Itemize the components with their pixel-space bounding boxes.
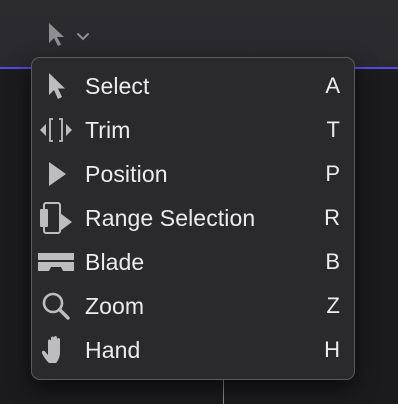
chevron-down-icon bbox=[77, 33, 89, 41]
menu-item-label: Hand bbox=[85, 336, 141, 363]
menu-item-range-selection[interactable]: Range Selection R bbox=[32, 196, 354, 240]
menu-item-label: Position bbox=[85, 160, 168, 187]
menu-item-label: Trim bbox=[85, 116, 131, 143]
menu-item-position[interactable]: Position P bbox=[32, 152, 354, 196]
menu-item-label: Blade bbox=[85, 248, 145, 275]
menu-item-label: Zoom bbox=[85, 292, 145, 319]
menu-item-zoom[interactable]: Zoom Z bbox=[32, 284, 354, 328]
menu-item-label: Range Selection bbox=[85, 204, 256, 231]
menu-item-shortcut: H bbox=[324, 337, 340, 362]
tools-menu: Select A Trim T Position P Range Selecti… bbox=[31, 57, 355, 380]
menu-item-shortcut: B bbox=[325, 249, 340, 274]
blade-icon bbox=[36, 240, 76, 284]
tool-picker-button[interactable] bbox=[44, 18, 104, 50]
menu-item-shortcut: R bbox=[324, 205, 340, 230]
menu-item-hand[interactable]: Hand H bbox=[32, 328, 354, 372]
select-arrow-icon bbox=[36, 64, 76, 108]
hand-icon bbox=[36, 328, 76, 372]
position-icon bbox=[36, 152, 76, 196]
menu-item-select[interactable]: Select A bbox=[32, 64, 354, 108]
menu-item-shortcut: A bbox=[325, 73, 340, 98]
range-selection-icon bbox=[36, 196, 76, 240]
menu-item-shortcut: T bbox=[326, 117, 340, 142]
select-arrow-icon bbox=[49, 23, 64, 46]
magnifier-icon bbox=[36, 284, 76, 328]
menu-item-blade[interactable]: Blade B bbox=[32, 240, 354, 284]
menu-item-shortcut: Z bbox=[326, 293, 340, 318]
playhead-line bbox=[223, 378, 224, 404]
menu-item-trim[interactable]: Trim T bbox=[32, 108, 354, 152]
menu-item-label: Select bbox=[85, 72, 150, 99]
menu-item-shortcut: P bbox=[325, 161, 340, 186]
trim-icon bbox=[36, 108, 76, 152]
